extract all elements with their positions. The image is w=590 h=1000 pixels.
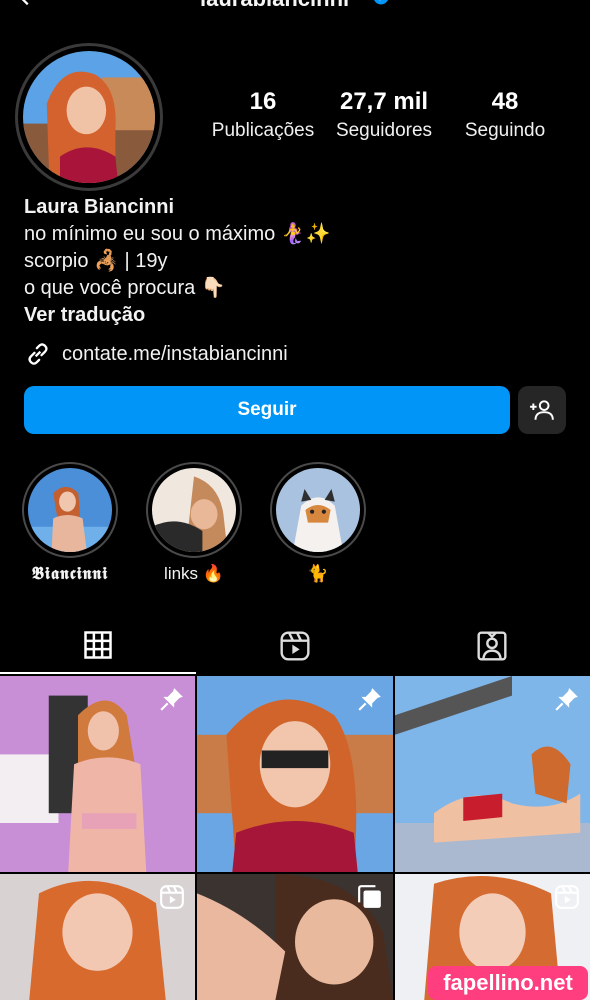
highlight-item[interactable]: 🐈 xyxy=(270,462,366,584)
reels-icon xyxy=(280,631,310,661)
post-thumbnail[interactable] xyxy=(197,676,393,872)
bio-line: scorpio 🦂 | 19y xyxy=(24,250,168,272)
stat-following[interactable]: 48 Seguindo xyxy=(440,88,570,144)
suggested-users-button[interactable] xyxy=(518,386,566,434)
highlight-label: 🐈 xyxy=(307,564,329,583)
stat-followers-count: 27,7 mil xyxy=(339,88,429,115)
highlight-item[interactable]: links 🔥 xyxy=(146,462,242,584)
stat-posts-label: Publicações xyxy=(211,120,315,141)
link-icon xyxy=(28,343,48,365)
avatar xyxy=(23,51,155,183)
profile-username: laurabiancinni xyxy=(200,0,349,12)
profile-tabs xyxy=(0,618,590,674)
watermark: fapellino.net xyxy=(428,966,588,1000)
highlight-cover xyxy=(28,468,112,552)
highlight-cover xyxy=(152,468,236,552)
stat-followers-label: Seguidores xyxy=(335,120,433,141)
bio-link-text: contate.me/instabiancinni xyxy=(62,342,288,365)
stat-posts[interactable]: 16 Publicações xyxy=(198,88,328,144)
highlight-label: 𝕭𝖎𝖆𝖓𝖈𝖎𝖓𝖓𝖎 xyxy=(31,564,109,584)
highlight-ring xyxy=(270,462,366,558)
pin-icon xyxy=(160,688,183,711)
bio-link[interactable]: contate.me/instabiancinni xyxy=(24,340,288,368)
highlight-ring xyxy=(146,462,242,558)
posts-grid xyxy=(0,676,590,1000)
post-thumbnail[interactable] xyxy=(0,874,195,1000)
follow-button[interactable]: Seguir xyxy=(24,386,510,434)
profile-bio: Laura Biancinni no mínimo eu sou o máxim… xyxy=(24,194,564,329)
post-thumbnail[interactable] xyxy=(0,676,195,872)
profile-avatar-ring[interactable] xyxy=(15,43,163,191)
highlight-cover xyxy=(276,468,360,552)
pin-icon xyxy=(555,688,578,711)
post-thumbnail[interactable] xyxy=(395,676,590,872)
grid-icon xyxy=(84,631,112,659)
see-translation-link[interactable]: Ver tradução xyxy=(24,302,564,329)
add-person-icon xyxy=(530,400,554,420)
tab-reels[interactable] xyxy=(197,618,393,674)
post-thumbnail[interactable] xyxy=(197,874,393,1000)
stat-followers[interactable]: 27,7 mil Seguidores xyxy=(319,88,449,144)
bio-line: no mínimo eu sou o máximo 🧜‍♀️✨ xyxy=(24,223,331,245)
tab-tagged[interactable] xyxy=(394,618,590,674)
highlight-label: links 🔥 xyxy=(164,564,224,583)
chevron-left-icon[interactable] xyxy=(14,0,36,8)
top-bar: laurabiancinni xyxy=(0,0,590,12)
reels-icon xyxy=(160,885,184,909)
stat-following-count: 48 xyxy=(491,88,519,115)
tagged-person-icon xyxy=(477,631,507,661)
pin-icon xyxy=(358,688,381,711)
stat-posts-count: 16 xyxy=(249,88,277,115)
reels-icon xyxy=(555,885,579,909)
stat-following-label: Seguindo xyxy=(464,120,546,141)
tab-grid[interactable] xyxy=(0,618,196,674)
highlight-item[interactable]: 𝕭𝖎𝖆𝖓𝖈𝖎𝖓𝖓𝖎 xyxy=(22,462,118,584)
highlight-ring xyxy=(22,462,118,558)
bio-line: o que você procura 👇🏻 xyxy=(24,277,226,299)
profile-name: Laura Biancinni xyxy=(24,196,175,218)
verified-badge-icon xyxy=(374,0,388,5)
carousel-icon xyxy=(358,885,381,908)
